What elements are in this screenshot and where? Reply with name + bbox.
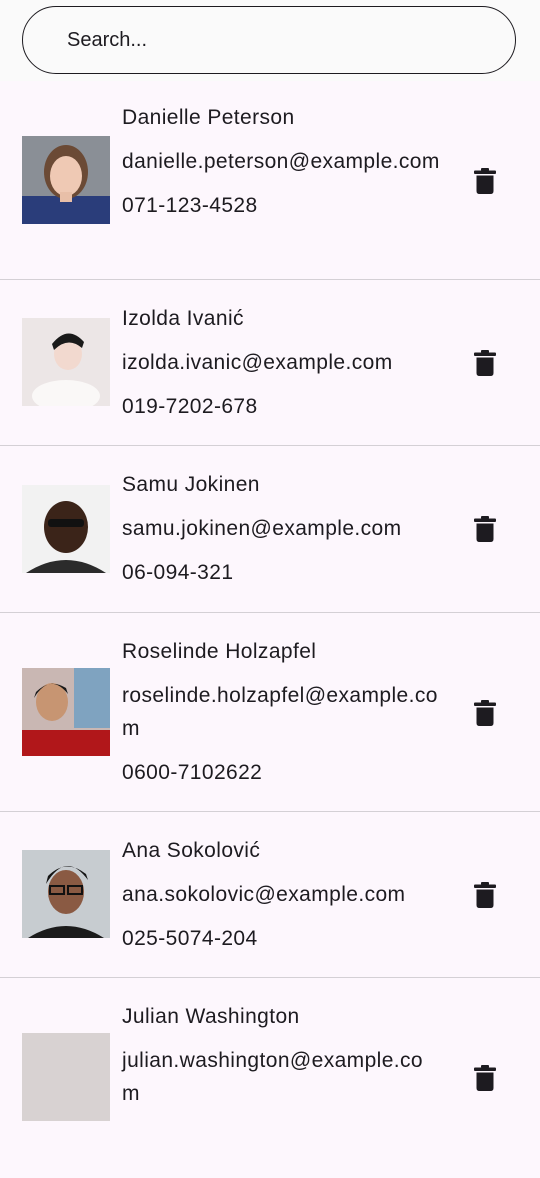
- contact-name: Ana Sokolović: [122, 839, 261, 862]
- avatar-photo: [22, 485, 110, 573]
- contact-name: Samu Jokinen: [122, 473, 260, 496]
- avatar: [22, 1033, 110, 1121]
- avatar-photo: [22, 1033, 110, 1121]
- trash-icon: [474, 350, 496, 376]
- contact-phone: 025-5074-204: [122, 927, 258, 950]
- contact-email: ana.sokolovic@example.com: [122, 883, 406, 906]
- contact-info: Julian Washington julian.washington@exam…: [122, 1000, 440, 1121]
- delete-button[interactable]: [472, 699, 498, 727]
- avatar: [22, 485, 110, 573]
- contact-list[interactable]: Danielle Peterson danielle.peterson@exam…: [0, 81, 540, 1178]
- contact-phone: 06-094-321: [122, 561, 234, 584]
- list-item[interactable]: Ana Sokolović ana.sokolovic@example.com …: [0, 812, 540, 978]
- avatar: [22, 318, 110, 406]
- avatar: [22, 668, 110, 756]
- contact-phone: 071-123-4528: [122, 194, 258, 217]
- contact-name: Danielle Peterson: [122, 106, 295, 129]
- delete-button[interactable]: [472, 167, 498, 195]
- avatar-photo: [22, 668, 110, 756]
- contact-info: Samu Jokinen samu.jokinen@example.com 06…: [122, 468, 440, 589]
- delete-button[interactable]: [472, 349, 498, 377]
- search-bar: Search...: [0, 0, 540, 81]
- delete-button[interactable]: [472, 515, 498, 543]
- list-item[interactable]: Danielle Peterson danielle.peterson@exam…: [0, 81, 540, 280]
- contact-email: danielle.peterson@example.com: [122, 150, 440, 173]
- list-item[interactable]: Samu Jokinen samu.jokinen@example.com 06…: [0, 446, 540, 613]
- contact-info: Roselinde Holzapfel roselinde.holzapfel@…: [122, 635, 440, 789]
- contact-info: Danielle Peterson danielle.peterson@exam…: [122, 101, 440, 222]
- trash-icon: [474, 516, 496, 542]
- avatar-photo: [22, 136, 110, 224]
- list-item[interactable]: Izolda Ivanić izolda.ivanic@example.com …: [0, 280, 540, 446]
- contact-phone: 0600-7102622: [122, 761, 263, 784]
- contact-phone: 019-7202-678: [122, 395, 258, 418]
- avatar-photo: [22, 850, 110, 938]
- contact-name: Izolda Ivanić: [122, 307, 244, 330]
- contact-email: samu.jokinen@example.com: [122, 517, 402, 540]
- avatar-photo: [22, 318, 110, 406]
- list-item[interactable]: Julian Washington julian.washington@exam…: [0, 978, 540, 1178]
- contact-email: roselinde.holzapfel@example.com: [122, 684, 438, 740]
- delete-button[interactable]: [472, 1064, 498, 1092]
- avatar: [22, 850, 110, 938]
- delete-button[interactable]: [472, 881, 498, 909]
- contact-email: izolda.ivanic@example.com: [122, 351, 393, 374]
- contact-info: Ana Sokolović ana.sokolovic@example.com …: [122, 834, 440, 955]
- list-item[interactable]: Roselinde Holzapfel roselinde.holzapfel@…: [0, 613, 540, 812]
- avatar: [22, 136, 110, 224]
- trash-icon: [474, 168, 496, 194]
- contact-email: julian.washington@example.com: [122, 1049, 424, 1105]
- contact-name: Julian Washington: [122, 1005, 300, 1028]
- contact-info: Izolda Ivanić izolda.ivanic@example.com …: [122, 302, 440, 423]
- trash-icon: [474, 1065, 496, 1091]
- contact-name: Roselinde Holzapfel: [122, 640, 317, 663]
- search-placeholder: Search...: [67, 28, 148, 51]
- trash-icon: [474, 700, 496, 726]
- search-input[interactable]: Search...: [22, 6, 516, 74]
- trash-icon: [474, 882, 496, 908]
